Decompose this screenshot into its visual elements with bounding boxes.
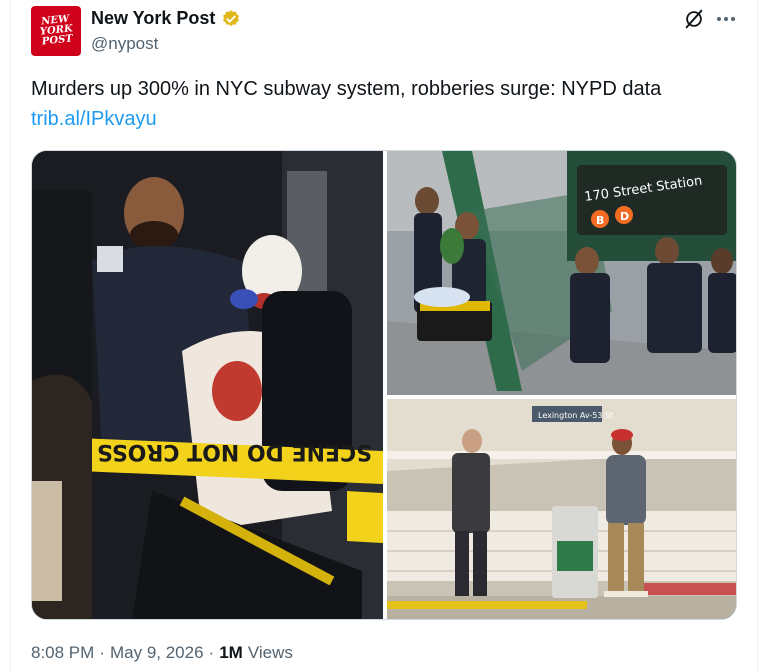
post-text: Murders up 300% in NYC subway system, ro…: [31, 78, 662, 100]
post-link[interactable]: trib.al/IPkvayu: [31, 106, 157, 132]
views-label: Views: [247, 643, 293, 662]
post-media[interactable]: SCENE DO NOT CROSS CRIN 170 Street Stati…: [31, 150, 737, 620]
grok-icon[interactable]: [683, 8, 705, 30]
post-time[interactable]: 8:08 PM: [31, 643, 94, 663]
line-b: B: [596, 214, 604, 227]
views-count: 1M: [219, 643, 243, 662]
author-row: New York Post: [91, 8, 241, 29]
photo-crime-scene[interactable]: SCENE DO NOT CROSS CRIN: [32, 151, 383, 620]
post-date[interactable]: May 9, 2026: [110, 643, 204, 663]
media-grid: SCENE DO NOT CROSS CRIN 170 Street Stati…: [32, 151, 737, 620]
meta-separator: ·: [99, 643, 105, 662]
more-options-icon[interactable]: [715, 8, 737, 30]
platform-sign-text: Lexington Av-53 St: [538, 411, 613, 420]
author-name[interactable]: New York Post: [91, 8, 215, 29]
author-handle[interactable]: @nypost: [91, 34, 158, 54]
photo-station-entrance[interactable]: 170 Street Station B D: [387, 151, 737, 395]
photo-subway-platform[interactable]: Lexington Av-53 St: [387, 399, 737, 620]
avatar[interactable]: NEW YORK POST: [31, 6, 81, 56]
avatar-logo-text: NEW YORK POST: [39, 13, 73, 48]
post-meta: 8:08 PM · May 9, 2026 · 1M Views: [31, 643, 293, 663]
verified-badge-icon: [223, 9, 240, 26]
meta-separator: ·: [208, 643, 215, 662]
line-d: D: [620, 210, 629, 223]
post-card[interactable]: NEW YORK POST New York Post @nypost Murd…: [10, 0, 758, 672]
